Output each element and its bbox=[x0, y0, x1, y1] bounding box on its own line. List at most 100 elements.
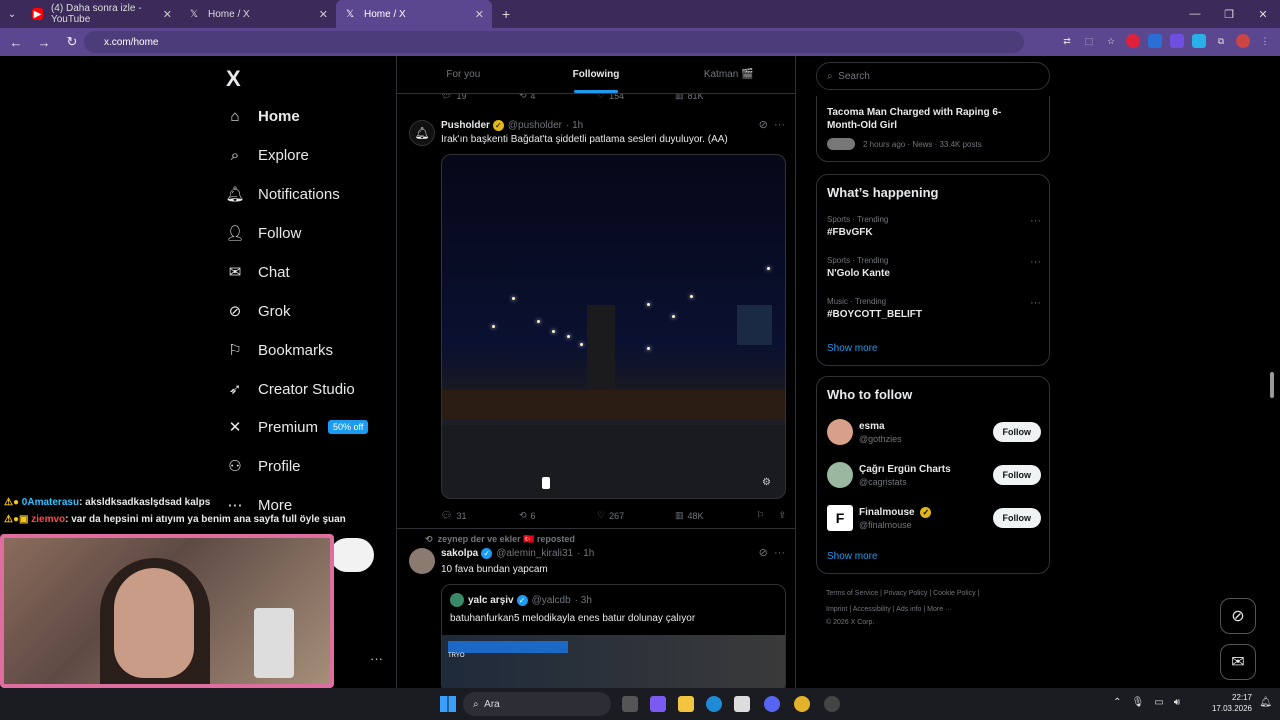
nav-creator-studio[interactable]: ➶ Creator Studio bbox=[226, 375, 355, 403]
extension-blue-icon[interactable] bbox=[1148, 34, 1162, 48]
avatar[interactable]: 🔔︎ bbox=[409, 120, 435, 146]
url-input[interactable]: x.com/home bbox=[84, 31, 1024, 53]
file-explorer-icon[interactable] bbox=[678, 696, 694, 712]
post-more-options[interactable]: ⊘ ··· bbox=[759, 118, 785, 131]
post-time[interactable]: · 1h bbox=[577, 548, 594, 559]
discord-icon[interactable] bbox=[764, 696, 780, 712]
close-window-button[interactable]: ✕ bbox=[1246, 0, 1280, 28]
avatar[interactable] bbox=[827, 419, 853, 445]
microphone-icon[interactable]: 🎙︎ bbox=[1132, 697, 1145, 708]
footer-line[interactable]: Imprint | Accessibility | Ads info | Mor… bbox=[826, 602, 1046, 618]
browser-tab-youtube[interactable]: ▶ (4) Daha sonra izle - YouTube ✕ bbox=[24, 0, 180, 28]
views-button[interactable]: ▥ 48K bbox=[675, 510, 753, 521]
reload-icon[interactable]: ↻ bbox=[60, 34, 84, 50]
settings-icon[interactable] bbox=[824, 696, 840, 712]
messages-fab-button[interactable]: ✉ bbox=[1220, 644, 1256, 680]
more-icon[interactable]: ··· bbox=[1030, 215, 1041, 227]
volume-icon[interactable]: 🔊︎ bbox=[1174, 697, 1180, 708]
notification-bell-icon[interactable]: 🔔︎ bbox=[1259, 697, 1272, 708]
follow-button[interactable]: Follow bbox=[992, 508, 1041, 528]
follow-suggestion[interactable]: F Finalmouse ✓ @finalmouse Follow bbox=[827, 503, 1041, 533]
post-more-options[interactable]: ⊘ ··· bbox=[759, 546, 785, 559]
trend-item[interactable]: Music · Trending #BOYCOTT_BELIFT ··· bbox=[827, 297, 1041, 320]
show-more-link[interactable]: Show more bbox=[827, 551, 878, 562]
nav-notifications[interactable]: 🔔︎ Notifications bbox=[225, 180, 339, 208]
news-title[interactable]: Tacoma Man Charged with Raping 6-Month-O… bbox=[827, 106, 1027, 132]
show-more-link[interactable]: Show more bbox=[827, 343, 878, 354]
follow-suggestion[interactable]: esma @gothzies Follow bbox=[827, 417, 1041, 447]
reply-button[interactable]: 💬︎ 31 bbox=[441, 510, 519, 521]
nav-grok[interactable]: ⊘ Grok bbox=[226, 297, 291, 325]
nav-follow[interactable]: 👤︎ Follow bbox=[225, 219, 301, 247]
close-tab-icon[interactable]: ✕ bbox=[163, 8, 172, 21]
copilot-icon[interactable] bbox=[650, 696, 666, 712]
quoted-post[interactable]: yalc arşiv ✓ @yalcdb · 3h batuhanfurkan5… bbox=[441, 584, 786, 688]
bookmark-icon[interactable]: ⚐ bbox=[756, 510, 764, 521]
repost-context[interactable]: ⟲ zeynep der ve ekler 🇹🇷 reposted bbox=[425, 534, 575, 545]
windows-start-icon[interactable] bbox=[440, 696, 456, 712]
footer-line[interactable]: Terms of Service | Privacy Policy | Cook… bbox=[826, 586, 1046, 602]
nav-premium[interactable]: ✕ Premium 50% off bbox=[226, 413, 369, 441]
browser-tab-x-2[interactable]: 𝕏 Home / X ✕ bbox=[336, 0, 492, 28]
post-media-image[interactable]: ⚙ bbox=[441, 154, 786, 499]
task-view-icon[interactable] bbox=[622, 696, 638, 712]
post-author-name[interactable]: Pusholder bbox=[441, 120, 490, 131]
search-input[interactable]: ⌕ Search bbox=[816, 62, 1050, 90]
post-button-pill[interactable] bbox=[330, 538, 374, 572]
grok-fab-button[interactable]: ⊘ bbox=[1220, 598, 1256, 634]
like-button[interactable]: ♡ 267 bbox=[597, 510, 675, 521]
chevron-up-icon[interactable]: ⌃ bbox=[1113, 697, 1121, 708]
profile-avatar[interactable] bbox=[1236, 34, 1250, 48]
avatar[interactable] bbox=[827, 462, 853, 488]
extension-red-icon[interactable] bbox=[1126, 34, 1140, 48]
trend-item[interactable]: Sports · Trending N'Golo Kante ··· bbox=[827, 256, 1041, 279]
alt-text-icon[interactable]: ⚙ bbox=[762, 477, 771, 488]
follow-button[interactable]: Follow bbox=[992, 422, 1041, 442]
nav-explore[interactable]: ⌕ Explore bbox=[226, 141, 309, 169]
quoted-author-name[interactable]: yalc arşiv bbox=[468, 595, 514, 606]
minimize-button[interactable]: — bbox=[1178, 0, 1212, 28]
account-menu-icon[interactable]: ··· bbox=[370, 651, 383, 666]
avatar[interactable] bbox=[409, 548, 435, 574]
nav-home[interactable]: ⌂ Home bbox=[226, 102, 299, 130]
nav-profile[interactable]: ⚇ Profile bbox=[226, 452, 300, 480]
page-scrollbar[interactable] bbox=[1270, 372, 1274, 398]
post-author-name[interactable]: sakolpa bbox=[441, 548, 478, 559]
avatar[interactable] bbox=[450, 593, 464, 607]
forward-icon[interactable]: → bbox=[32, 35, 56, 50]
taskbar-search[interactable]: ⌕ Ara bbox=[463, 692, 611, 716]
post-author-handle[interactable]: @alemin_kirali31 bbox=[496, 548, 573, 559]
store-icon[interactable] bbox=[734, 696, 750, 712]
translate-icon[interactable]: ⇄ bbox=[1060, 34, 1074, 48]
edge-icon[interactable] bbox=[706, 696, 722, 712]
more-icon[interactable]: ··· bbox=[1030, 297, 1041, 309]
x-logo[interactable]: X bbox=[226, 66, 241, 92]
network-icon[interactable]: ▭ bbox=[1154, 697, 1163, 708]
nav-chat[interactable]: ✉ Chat bbox=[226, 258, 290, 286]
news-card[interactable]: Tacoma Man Charged with Raping 6-Month-O… bbox=[816, 96, 1050, 162]
finalmouse-logo[interactable]: F bbox=[827, 505, 853, 531]
tab-katman[interactable]: Katman 🎬 bbox=[662, 56, 795, 93]
tab-following[interactable]: Following bbox=[530, 56, 663, 93]
browser-tab-x-1[interactable]: 𝕏 Home / X ✕ bbox=[180, 0, 336, 28]
share-icon[interactable]: ⇪ bbox=[778, 510, 786, 521]
repost-button[interactable]: ⟲ 6 bbox=[519, 510, 597, 521]
post-author-handle[interactable]: @pusholder bbox=[508, 120, 562, 131]
chrome-icon[interactable] bbox=[794, 696, 810, 712]
taskbar-clock[interactable]: 22:17 17.03.2026 bbox=[1212, 692, 1252, 714]
follow-suggestion[interactable]: Çağrı Ergün Charts @cagristats Follow bbox=[827, 460, 1041, 490]
close-tab-icon[interactable]: ✕ bbox=[319, 8, 328, 21]
extension-purple-icon[interactable] bbox=[1170, 34, 1184, 48]
bookmark-star-icon[interactable]: ☆ bbox=[1104, 34, 1118, 48]
follow-button[interactable]: Follow bbox=[992, 465, 1041, 485]
close-tab-icon[interactable]: ✕ bbox=[475, 8, 484, 21]
new-tab-button[interactable]: + bbox=[502, 6, 510, 22]
more-icon[interactable]: ··· bbox=[1030, 256, 1041, 268]
restore-button[interactable]: ❐ bbox=[1212, 0, 1246, 28]
nav-bookmarks[interactable]: ⚐ Bookmarks bbox=[226, 336, 333, 364]
back-icon[interactable]: ← bbox=[4, 35, 28, 50]
install-icon[interactable]: ⬚ bbox=[1082, 34, 1096, 48]
tab-for-you[interactable]: For you bbox=[397, 56, 530, 93]
browser-menu-icon[interactable]: ⋮ bbox=[1258, 34, 1272, 48]
trend-item[interactable]: Sports · Trending #FBvGFK ··· bbox=[827, 215, 1041, 238]
